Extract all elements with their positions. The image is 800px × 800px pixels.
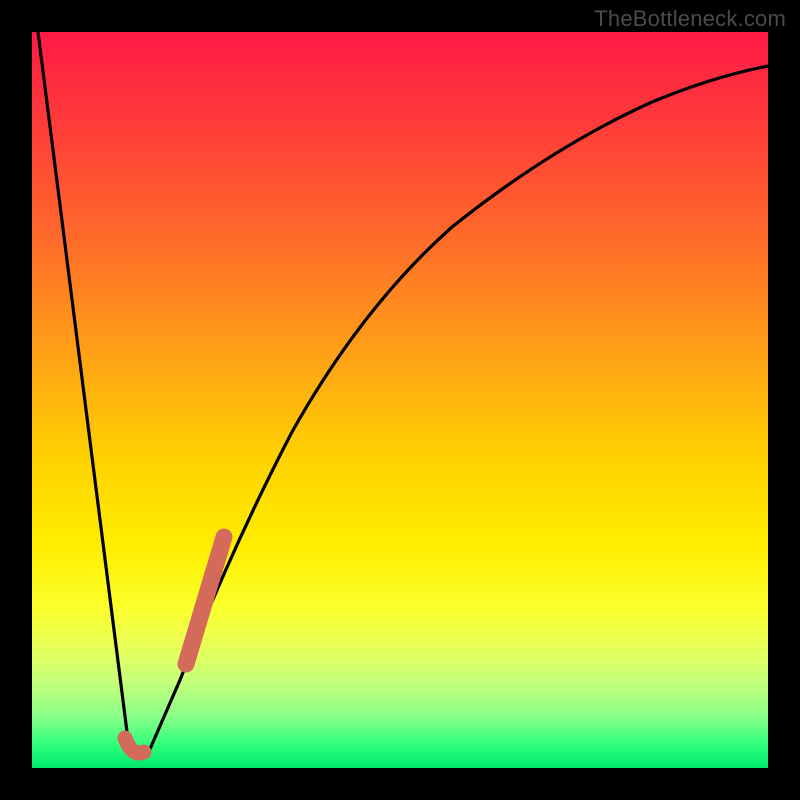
- overlay-segment-right: [186, 537, 224, 664]
- chart-frame: TheBottleneck.com: [0, 0, 800, 800]
- curve-svg: [32, 32, 768, 768]
- watermark-text: TheBottleneck.com: [594, 6, 786, 32]
- overlay-segment-hook: [125, 738, 144, 753]
- plot-area: [32, 32, 768, 768]
- bottleneck-curve: [38, 32, 768, 754]
